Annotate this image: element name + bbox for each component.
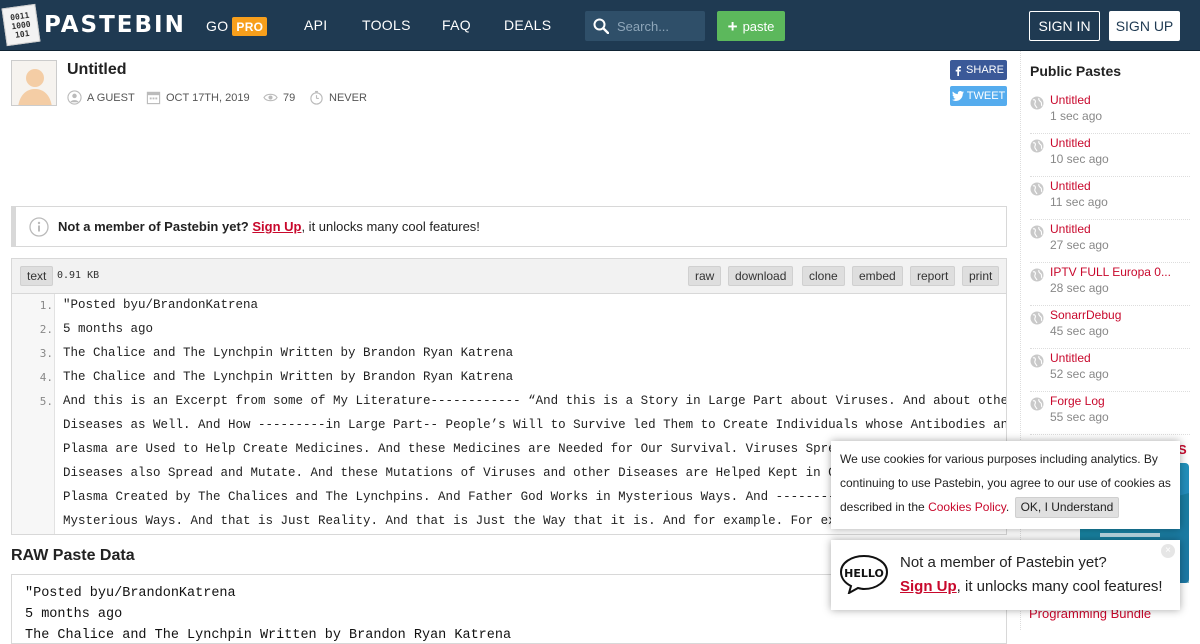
paste-title: Untitled (67, 61, 127, 78)
signup-promo-popup: HELLO Not a member of Pastebin yet? Sign… (831, 540, 1180, 610)
code-toolbar: text 0.91 KB raw download clone embed re… (12, 259, 1006, 294)
logo-text: PASTEBIN (44, 12, 186, 38)
globe-icon (1030, 397, 1044, 411)
pastebin-logo[interactable]: 0011 1000 101 PASTEBIN (1, 3, 186, 47)
eye-icon (263, 93, 278, 102)
notice-suffix: , it unlocks many cool features! (301, 219, 480, 234)
code-line: 4. The Chalice and The Lynchpin Written b… (39, 370, 514, 384)
notice-prefix: Not a member of Pastebin yet? (58, 219, 249, 234)
public-paste-item[interactable]: Untitled 10 sec ago (1030, 134, 1190, 177)
hello-sign-up-link[interactable]: Sign Up (900, 578, 957, 595)
code-line: 5. And this is an Excerpt from some of My… (39, 394, 1007, 408)
hello-speech-bubble-icon: HELLO (839, 554, 889, 594)
public-paste-item[interactable]: IPTV FULL Europa 0... 28 sec ago (1030, 263, 1190, 306)
hello-bubble-text: HELLO (844, 567, 884, 580)
paste-views: 79 (263, 90, 295, 105)
calendar-icon (146, 91, 161, 105)
globe-icon (1030, 354, 1044, 368)
public-paste-item[interactable]: Untitled 27 sec ago (1030, 220, 1190, 263)
raw-button[interactable]: raw (688, 266, 722, 286)
globe-icon (1030, 268, 1044, 282)
globe-icon (1030, 96, 1044, 110)
globe-icon (1030, 311, 1044, 325)
download-button[interactable]: download (728, 266, 794, 286)
raw-line: 5 months ago (25, 607, 123, 622)
sign-up-button[interactable]: SIGN UP (1109, 11, 1180, 41)
new-paste-button[interactable]: + paste (717, 11, 785, 41)
user-icon (67, 90, 82, 105)
globe-icon (1030, 182, 1044, 196)
public-paste-item[interactable]: Untitled 11 sec ago (1030, 177, 1190, 220)
pro-badge: PRO (232, 17, 268, 36)
raw-line: "Posted byu/BrandonKatrena (25, 586, 236, 601)
close-icon[interactable]: × (1161, 544, 1175, 558)
plus-icon: + (727, 16, 738, 36)
clone-button[interactable]: clone (802, 266, 845, 286)
globe-icon (1030, 139, 1044, 153)
search-input[interactable] (617, 18, 701, 34)
twitter-tweet-button[interactable]: TWEET (950, 86, 1007, 106)
syntax-format-tag[interactable]: text (20, 266, 54, 286)
logo-mark: 0011 1000 101 (1, 3, 41, 47)
clock-icon (310, 90, 323, 105)
facebook-share-button[interactable]: SHARE (950, 60, 1007, 80)
cookie-accept-button[interactable]: OK, I Understand (1014, 497, 1120, 518)
search-box[interactable] (585, 11, 705, 41)
nav-deals[interactable]: DEALS (504, 17, 551, 33)
public-paste-item[interactable]: Untitled 1 sec ago (1030, 91, 1190, 134)
public-paste-item[interactable]: Forge Log 55 sec ago (1030, 392, 1190, 435)
code-line: 2. 5 months ago (39, 322, 154, 336)
search-icon[interactable] (593, 18, 610, 39)
code-line: 1. "Posted byu/BrandonKatrena (39, 298, 259, 312)
code-line: 3. The Chalice and The Lynchpin Written b… (39, 346, 514, 360)
public-paste-item[interactable]: Untitled 52 sec ago (1030, 349, 1190, 392)
public-paste-item[interactable]: SonarrDebug 45 sec ago (1030, 306, 1190, 349)
nav-go-pro[interactable]: GO PRO (206, 17, 268, 36)
code-line: Diseases as Well. And How ---------in La… (63, 418, 1007, 432)
report-button[interactable]: report (910, 266, 956, 286)
print-button[interactable]: print (962, 266, 1000, 286)
nav-faq[interactable]: FAQ (442, 17, 471, 33)
cookie-consent-banner: We use cookies for various purposes incl… (831, 441, 1180, 529)
cookies-policy-link[interactable]: Cookies Policy (928, 500, 1006, 514)
facebook-icon (955, 65, 962, 76)
globe-icon (1030, 225, 1044, 239)
nav-api[interactable]: API (304, 17, 327, 33)
paste-author[interactable]: A GUEST (67, 90, 135, 105)
raw-line: The Chalice and The Lynchpin Written by … (25, 628, 512, 643)
paste-date: OCT 17TH, 2019 (146, 90, 250, 105)
embed-button[interactable]: embed (852, 266, 903, 286)
hello-line1: Not a member of Pastebin yet? (900, 554, 1107, 571)
paste-size: 0.91 KB (57, 270, 100, 281)
sign-in-button[interactable]: SIGN IN (1029, 11, 1100, 41)
paste-expiry: NEVER (309, 90, 367, 105)
public-pastes-title: Public Pastes (1030, 63, 1122, 79)
notice-sign-up-link[interactable]: Sign Up (252, 219, 301, 234)
top-nav-bar: 0011 1000 101 PASTEBIN GO PRO API TOOLS F… (0, 0, 1200, 51)
raw-paste-title: RAW Paste Data (11, 547, 135, 564)
member-notice: Not a member of Pastebin yet? Sign Up, i… (11, 206, 1007, 247)
nav-tools[interactable]: TOOLS (362, 17, 411, 33)
guest-avatar (11, 60, 57, 106)
twitter-icon (951, 91, 964, 101)
info-icon (29, 216, 49, 237)
